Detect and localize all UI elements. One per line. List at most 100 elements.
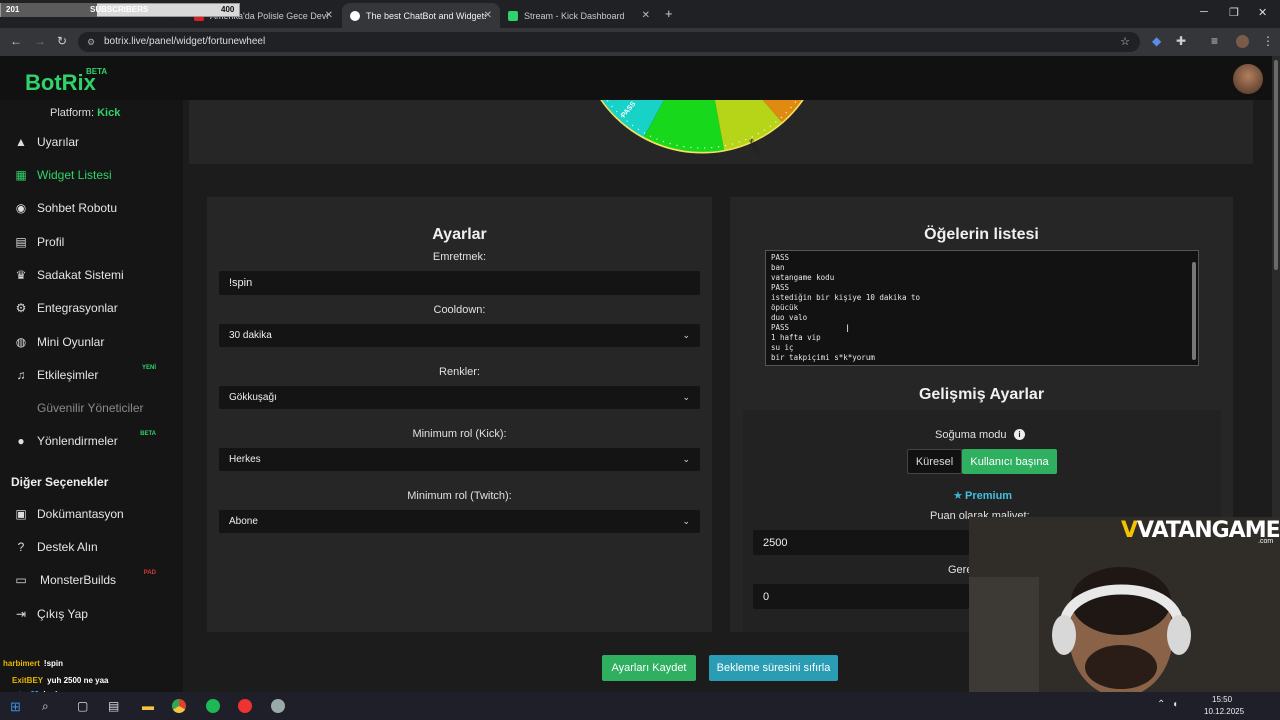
sidebar-item-9[interactable]: ● Yönlendirmeler BETA (0, 427, 183, 455)
app-header: BotRix BETA (0, 56, 1272, 100)
item-line: PASS (771, 253, 790, 262)
items-textarea[interactable]: PASS ban vatangame kodu PASS istediğin bir k… (765, 250, 1199, 366)
windows-taskbar: ⊞ ⌕ ▢ ▤ ▬ ⌃ ◖ 15:50 10.12.2025 (0, 692, 1280, 720)
page-scrollbar-thumb[interactable] (1274, 60, 1278, 270)
sidebar-item-4[interactable]: ♛ Sadakat Sistemi (0, 261, 183, 289)
chrome-icon[interactable] (172, 699, 186, 713)
window-close-icon[interactable]: ✕ (1258, 6, 1267, 19)
file-explorer-icon[interactable]: ▤ (108, 699, 119, 713)
vatangame-logo: VVATANGAME (1121, 518, 1280, 543)
tab-botrix[interactable]: The best ChatBot and Widgets ✕ (342, 3, 500, 28)
sidebar-other-item-1[interactable]: ? Destek Alın (0, 533, 183, 561)
sidebar-item-3[interactable]: ▤ Profil (0, 228, 183, 256)
cost-value: 2500 (763, 536, 788, 549)
sidebar-item-5[interactable]: ⚙ Entegrasyonlar (0, 294, 183, 322)
sidebar-item-1[interactable]: ▦ Widget Listesi (0, 161, 183, 189)
sub-goal-title: SUBSCRIBERS (90, 5, 149, 14)
info-icon[interactable]: i (1014, 429, 1025, 440)
item-line: su iç (771, 343, 794, 352)
url-field[interactable]: ⚙ botrix.live/panel/widget/fortunewheel … (78, 32, 1140, 52)
search-icon[interactable]: ⌕ (42, 699, 49, 714)
min-role-twitch-label: Minimum rol (Twitch): (407, 490, 512, 502)
sidebar-other-item-0[interactable]: ▣ Dokümantasyon (0, 500, 183, 528)
mode-global-button[interactable]: Küresel (907, 449, 962, 474)
min-role-kick-label: Minimum rol (Kick): (412, 428, 507, 440)
required-input[interactable]: 0 (753, 584, 969, 609)
cooldown-select[interactable]: 30 dakika ⌄ (219, 324, 700, 347)
obs-icon[interactable] (238, 699, 252, 713)
mode-per-user-button[interactable]: Kullanıcı başına (962, 449, 1057, 474)
sidebar-item-2[interactable]: ◉ Sohbet Robotu (0, 194, 183, 222)
forward-icon[interactable]: → (34, 34, 46, 48)
close-icon[interactable]: ✕ (325, 10, 333, 21)
webcam-overlay (969, 517, 1280, 692)
items-textarea-scrollbar[interactable] (1192, 262, 1196, 360)
site-info-icon[interactable]: ⚙ (87, 32, 95, 52)
restore-icon[interactable]: ❐ (1229, 6, 1239, 19)
sidebar-item-7[interactable]: ♫ Etkileşimler YENİ (0, 361, 183, 389)
speaker-icon[interactable]: ◖ (1172, 699, 1178, 710)
minimize-icon[interactable]: ─ (1200, 6, 1208, 18)
section-title-other-options: Diğer Seçenekler (11, 475, 109, 489)
cooldown-label: Cooldown: (433, 304, 486, 316)
profile-icon: ▤ (15, 235, 27, 249)
help-icon: ? (17, 540, 25, 554)
item-line: öpücük (771, 303, 799, 312)
task-view-icon[interactable]: ▢ (77, 699, 88, 713)
tray-chevron-icon[interactable]: ⌃ (1157, 699, 1165, 710)
menu-dots-icon[interactable]: ⋮ (1262, 34, 1274, 48)
sidebar-item-label: Yönlendirmeler (37, 434, 118, 448)
music-icon: ♫ (16, 368, 26, 382)
reload-icon[interactable]: ↻ (57, 34, 67, 48)
sidebar-item-badge: BETA (140, 431, 156, 437)
sidebar-item-label: Sohbet Robotu (37, 201, 118, 215)
sub-goal-target: 400 (221, 5, 235, 14)
cooldown-value: 30 dakika (229, 330, 272, 341)
premium-label: Premium (965, 490, 1013, 502)
app-icon[interactable] (271, 699, 285, 713)
sidebar-item-8[interactable]: Güvenilir Yöneticiler (0, 394, 183, 422)
clock-date[interactable]: 10.12.2025 (1204, 707, 1244, 716)
profile-avatar-icon[interactable] (1236, 35, 1249, 48)
save-settings-button[interactable]: Ayarları Kaydet (602, 655, 696, 681)
item-line: PASS (771, 283, 790, 292)
folder-icon[interactable]: ▬ (142, 699, 154, 713)
colors-select[interactable]: Gökkuşağı ⌄ (219, 386, 700, 409)
item-line: PASS (771, 323, 790, 332)
advanced-settings-title: Gelişmiş Ayarlar (918, 386, 1045, 403)
user-avatar[interactable] (1233, 64, 1263, 94)
fortune-wheel-preview: PASS saksı (189, 100, 1253, 164)
min-role-kick-select[interactable]: Herkes ⌄ (219, 448, 700, 471)
extension-icon[interactable]: ◆ (1152, 34, 1161, 48)
address-bar-row: ← → ↻ ⚙ botrix.live/panel/widget/fortune… (0, 28, 1280, 56)
command-input[interactable]: !spin (219, 271, 700, 295)
back-icon[interactable]: ← (10, 34, 22, 48)
sidebar-item-badge: PAD (143, 570, 156, 576)
sidebar-other-item-3[interactable]: ⇥ Çıkış Yap (0, 600, 183, 628)
chat-text: !spin (43, 659, 64, 668)
sidebar-item-label: Sadakat Sistemi (37, 268, 124, 282)
reading-list-icon[interactable]: ≡ (1211, 34, 1218, 48)
sidebar-other-item-2[interactable]: ▭ MonsterBuilds PAD (0, 566, 183, 594)
tab-kick-dashboard[interactable]: Stream - Kick Dashboard ✕ (500, 3, 658, 28)
min-role-twitch-select[interactable]: Abone ⌄ (219, 510, 700, 533)
item-line: 1 hafta vip (771, 333, 821, 342)
spotify-icon[interactable] (206, 699, 220, 713)
sub-goal-current: 201 (6, 5, 20, 14)
windows-start-icon[interactable]: ⊞ (10, 699, 21, 715)
close-icon[interactable]: ✕ (642, 10, 650, 21)
sidebar-item-6[interactable]: ◍ Mini Oyunlar (0, 328, 183, 356)
new-tab-icon[interactable]: + (665, 6, 673, 21)
item-line: ban (771, 263, 785, 272)
close-icon[interactable]: ✕ (484, 10, 492, 21)
sidebar-item-0[interactable]: ▲ Uyarılar (0, 128, 183, 156)
extensions-puzzle-icon[interactable]: ✚ (1176, 34, 1186, 48)
item-line: bir takpiçimi s*k*yorum (771, 353, 875, 362)
settings-title: Ayarlar (432, 226, 487, 243)
reset-cooldown-button[interactable]: Bekleme süresini sıfırla (709, 655, 838, 681)
tab-label: The best ChatBot and Widgets (366, 10, 486, 21)
bookmark-star-icon[interactable]: ☆ (1120, 32, 1130, 52)
cost-input[interactable]: 2500 (753, 530, 969, 555)
clock-time[interactable]: 15:50 (1212, 695, 1232, 704)
kick-icon (508, 10, 518, 21)
